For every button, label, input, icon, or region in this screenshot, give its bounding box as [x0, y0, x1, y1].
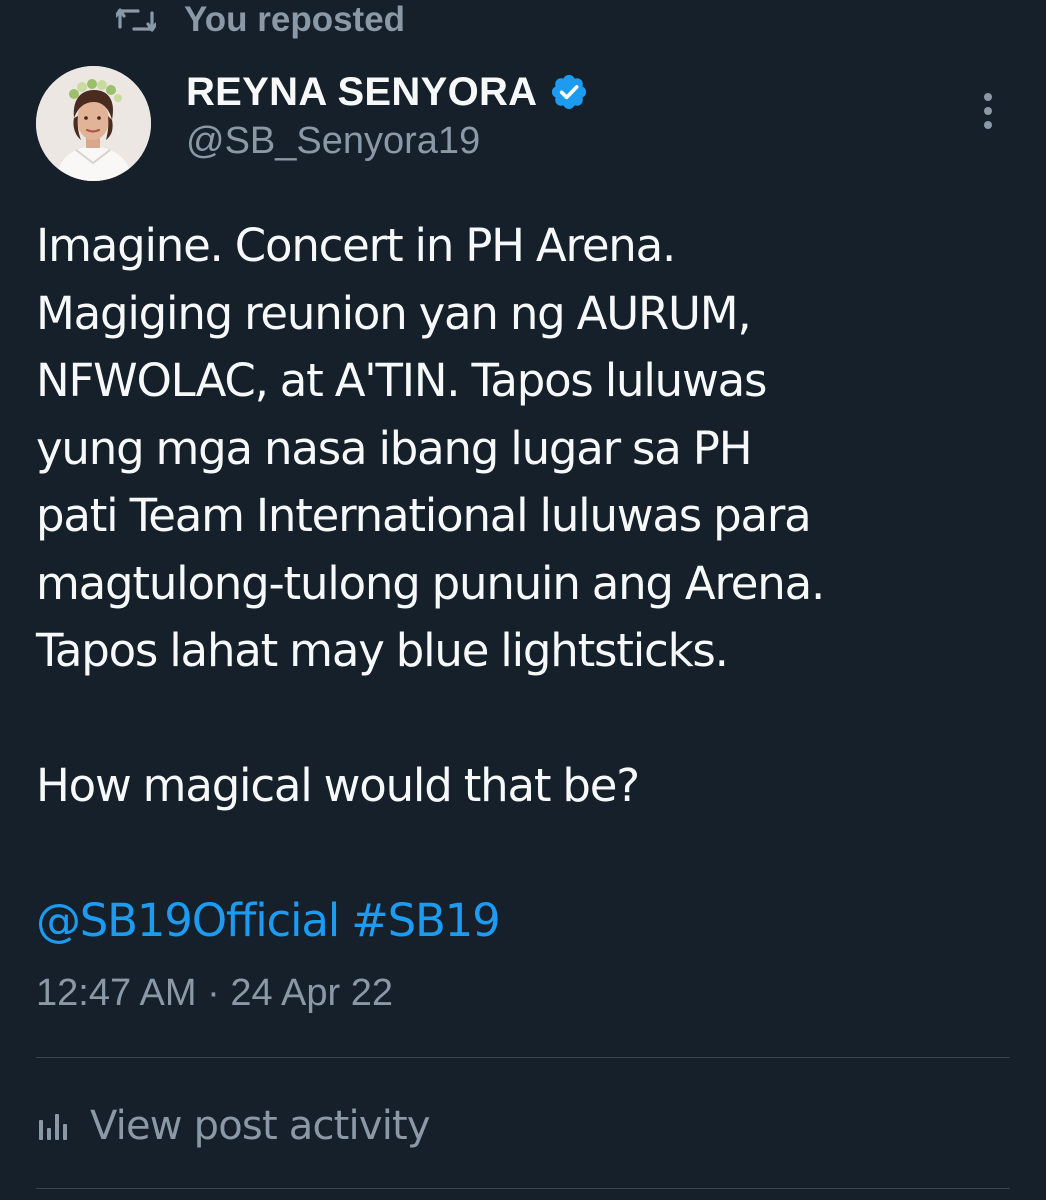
tweet-line: How magical would that be? [36, 759, 640, 812]
more-dot-icon [984, 93, 992, 101]
view-post-activity-label[interactable]: View post activity [90, 1103, 431, 1149]
more-dot-icon [984, 121, 992, 129]
tweet-line: NFWOLAC, at A'TIN. Tapos luluwas [36, 354, 767, 407]
repost-icon [114, 3, 158, 37]
tweet-line: yung mga nasa ibang lugar sa PH [36, 421, 753, 475]
tweet-line: Magiging reunion yan ng AURUM, [36, 286, 752, 340]
tweet-text: Imagine. Concert in PH Arena. Magiging r… [36, 212, 1026, 955]
tweet-line: Imagine. Concert in PH Arena. [36, 219, 676, 272]
more-dot-icon [984, 107, 992, 115]
author-display-name[interactable]: REYNA SENYORA [186, 70, 537, 115]
tweet-links-line: @SB19Official #SB19 [36, 887, 1026, 955]
author-handle[interactable]: @SB_Senyora19 [186, 120, 480, 163]
analytics-icon [36, 1108, 72, 1144]
verified-badge-icon [549, 72, 589, 112]
mention-link[interactable]: @SB19Official [36, 894, 340, 947]
hashtag-link[interactable]: #SB19 [351, 894, 501, 947]
tweet-line: pati Team International luluwas para [36, 489, 812, 542]
tweet-line: magtulong-tulong punuin ang Arena. [36, 556, 825, 610]
divider [36, 1057, 1010, 1058]
post-timestamp[interactable]: 12:47 AM · 24 Apr 22 [36, 972, 393, 1015]
repost-banner: You reposted [114, 0, 406, 40]
avatar[interactable] [36, 66, 151, 181]
more-options-button[interactable] [966, 86, 1010, 136]
tweet-line: Tapos lahat may blue lightsticks. [36, 624, 729, 677]
author-name-row[interactable]: REYNA SENYORA [186, 68, 589, 116]
divider [36, 1188, 1010, 1189]
view-post-activity-button[interactable]: View post activity [36, 1100, 431, 1152]
repost-label: You reposted [184, 0, 406, 39]
